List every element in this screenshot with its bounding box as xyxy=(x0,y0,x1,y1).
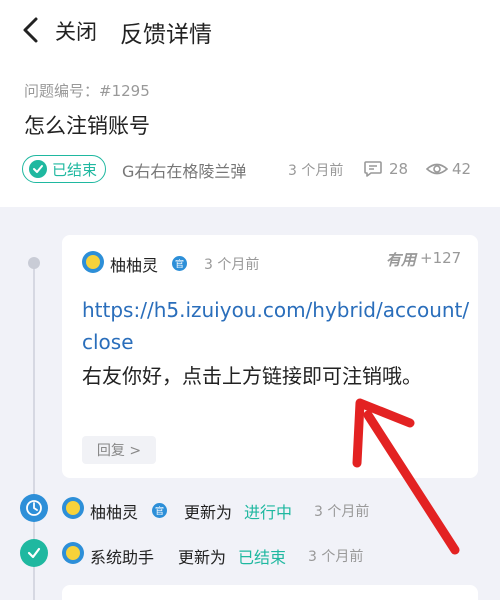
check-circle-icon xyxy=(29,160,47,178)
comment-count: 28 xyxy=(389,160,409,178)
reply-time: 3 个月前 xyxy=(204,257,260,273)
event-action: 更新为 xyxy=(184,503,233,522)
reply-button[interactable]: 回复 > xyxy=(82,436,156,464)
useful-count: +127 xyxy=(420,249,462,267)
issue-time: 3 个月前 xyxy=(288,163,344,179)
avatar[interactable] xyxy=(62,542,84,564)
comment-bubble-icon xyxy=(364,161,382,177)
official-badge: 官 xyxy=(152,503,167,518)
event-author[interactable]: 系统助手 xyxy=(90,544,154,568)
avatar[interactable] xyxy=(62,497,84,519)
eye-icon xyxy=(426,163,448,175)
avatar[interactable] xyxy=(82,251,104,273)
page-title: 反馈详情 xyxy=(120,22,212,48)
status-badge: 已结束 xyxy=(22,155,106,183)
view-count: 42 xyxy=(452,160,472,178)
useful-button[interactable]: 有用 xyxy=(386,249,416,270)
annotation-arrow-icon xyxy=(352,398,460,555)
issue-number: 问题编号：#1295 xyxy=(24,82,150,100)
clock-icon xyxy=(20,494,48,522)
app-header: 关闭 反馈详情 xyxy=(0,0,500,62)
check-icon xyxy=(20,539,48,567)
event-author[interactable]: 柚柚灵 xyxy=(90,499,138,523)
event-action: 更新为 xyxy=(178,548,227,567)
author-name[interactable]: G右右在格陵兰弹 xyxy=(122,158,246,182)
issue-title: 怎么注销账号 xyxy=(24,114,150,138)
event-status: 已结束 xyxy=(238,548,287,567)
close-button[interactable]: 关闭 xyxy=(55,16,97,46)
status-label: 已结束 xyxy=(52,160,98,179)
timeline-dot xyxy=(28,257,40,269)
account-close-link[interactable]: https://h5.izuiyou.com/hybrid/account/cl… xyxy=(82,294,472,358)
reply-author[interactable]: 柚柚灵 xyxy=(110,252,158,276)
chevron-left-icon[interactable] xyxy=(16,14,48,46)
official-badge: 官 xyxy=(172,256,187,271)
event-status: 进行中 xyxy=(244,503,293,522)
